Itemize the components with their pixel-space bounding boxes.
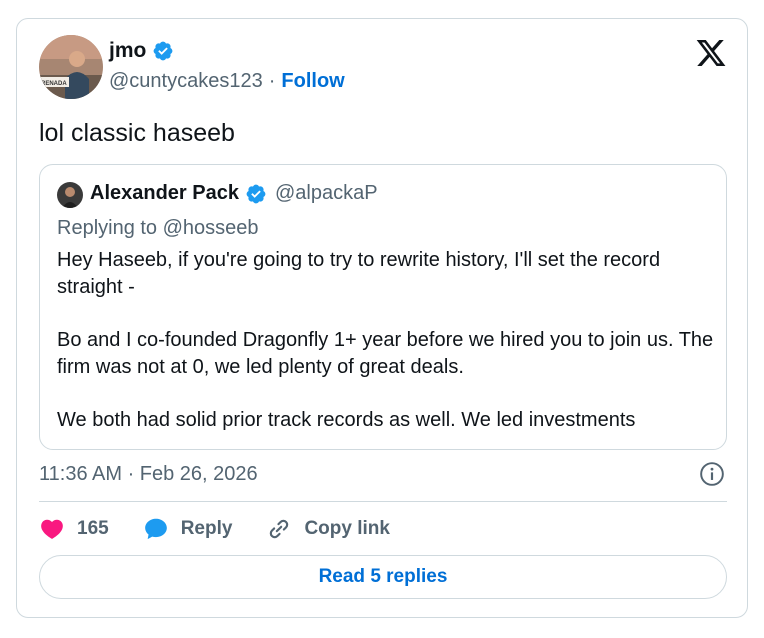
action-bar: 165 Reply Copy link bbox=[39, 513, 424, 545]
speech-bubble-icon bbox=[144, 518, 167, 540]
handle-line: @cuntycakes123 · Follow bbox=[109, 70, 345, 93]
quoted-author-handle[interactable]: @alpackaP bbox=[275, 182, 378, 205]
quoted-tweet[interactable]: Alexander Pack @alpackaP Replying to @ho… bbox=[39, 164, 727, 450]
read-replies-button[interactable]: Read 5 replies bbox=[39, 555, 727, 599]
separator-dot: · bbox=[268, 70, 276, 92]
like-button[interactable]: 165 bbox=[39, 516, 109, 542]
reply-label: Reply bbox=[180, 518, 233, 539]
author-handle[interactable]: @cuntycakes123 bbox=[109, 70, 263, 93]
quoted-author-avatar[interactable] bbox=[57, 182, 83, 208]
tweet-timestamp[interactable]: 11:36 AM · Feb 26, 2026 bbox=[39, 463, 258, 486]
reply-button[interactable]: Reply bbox=[143, 516, 233, 542]
author-line: jmo bbox=[109, 39, 174, 63]
quoted-tweet-body: Hey Haseeb, if you're going to try to re… bbox=[57, 247, 717, 434]
avatar-image: RENADA bbox=[39, 35, 103, 99]
heart-icon bbox=[41, 519, 63, 539]
quoted-paragraph: We both had solid prior track records as… bbox=[57, 409, 636, 431]
copy-link-button[interactable]: Copy link bbox=[266, 516, 390, 542]
copy-link-label: Copy link bbox=[304, 518, 390, 539]
author-avatar[interactable]: RENADA bbox=[39, 35, 103, 99]
divider bbox=[39, 501, 727, 502]
replying-to-text: Replying to @hosseeb bbox=[57, 217, 259, 239]
quoted-author-name[interactable]: Alexander Pack bbox=[90, 182, 239, 205]
info-icon[interactable] bbox=[699, 461, 725, 487]
quoted-author-line: Alexander Pack @alpackaP bbox=[90, 182, 378, 205]
link-icon bbox=[270, 519, 289, 539]
quoted-paragraph: Bo and I co-founded Dragonfly 1+ year be… bbox=[57, 329, 714, 378]
verified-badge-icon bbox=[246, 184, 266, 203]
like-count: 165 bbox=[77, 518, 109, 539]
avatar-sign-text: RENADA bbox=[41, 81, 67, 87]
tweet-embed-card: RENADA jmo @cuntycakes123 · Follow lol c… bbox=[16, 18, 748, 618]
quoted-avatar-image bbox=[57, 182, 83, 208]
verified-badge-icon bbox=[153, 41, 173, 61]
tweet-text: lol classic haseeb bbox=[39, 119, 235, 147]
follow-button[interactable]: Follow bbox=[281, 70, 344, 93]
author-name[interactable]: jmo bbox=[109, 39, 146, 63]
x-logo-icon[interactable] bbox=[695, 37, 727, 69]
quoted-paragraph: Hey Haseeb, if you're going to try to re… bbox=[57, 249, 661, 298]
